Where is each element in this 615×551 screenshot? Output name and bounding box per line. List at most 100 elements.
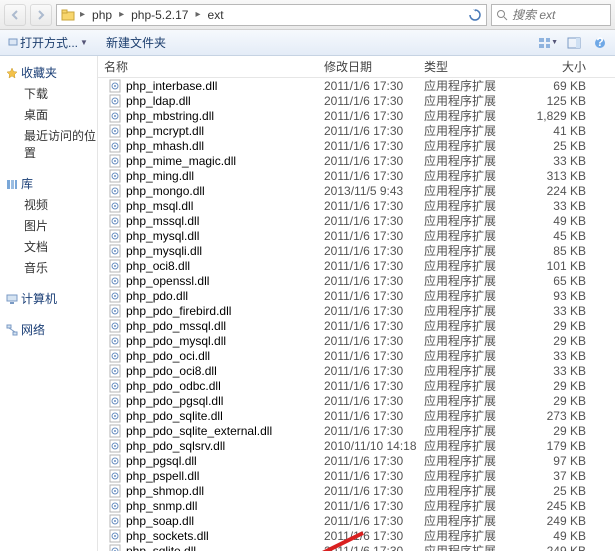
file-row[interactable]: php_pdo_firebird.dll2011/1/6 17:30应用程序扩展… [98,303,615,318]
file-name: php_pdo_odbc.dll [126,379,221,393]
file-row[interactable]: php_mhash.dll2011/1/6 17:30应用程序扩展25 KB [98,138,615,153]
preview-pane-button[interactable] [563,33,585,53]
dll-file-icon [108,334,122,348]
file-date: 2011/1/6 17:30 [318,259,418,273]
search-box[interactable] [491,4,611,26]
new-folder-button[interactable]: 新建文件夹 [106,34,166,51]
column-header-date[interactable]: 修改日期 [318,58,418,75]
dll-file-icon [108,124,122,138]
sidebar-network-header[interactable]: 网络 [6,317,97,340]
column-header-name[interactable]: 名称 [98,58,318,75]
file-row[interactable]: php_msql.dll2011/1/6 17:30应用程序扩展33 KB [98,198,615,213]
sidebar-item-downloads[interactable]: 下载 [6,83,97,104]
file-row[interactable]: php_soap.dll2011/1/6 17:30应用程序扩展249 KB [98,513,615,528]
chevron-right-icon: ▸ [192,9,203,20]
file-row[interactable]: php_pdo.dll2011/1/6 17:30应用程序扩展93 KB [98,288,615,303]
sidebar-item-music[interactable]: 音乐 [6,257,97,278]
sidebar-item-recent[interactable]: 最近访问的位置 [6,125,97,163]
file-size: 65 KB [518,274,598,288]
sidebar: 收藏夹 下载 桌面 最近访问的位置 库 视频 图片 文档 音乐 计算机 [0,56,98,551]
crumb-item[interactable]: php-5.2.17 [129,8,190,22]
search-input[interactable] [512,8,592,22]
file-row[interactable]: php_pdo_pgsql.dll2011/1/6 17:30应用程序扩展29 … [98,393,615,408]
file-row[interactable]: php_pdo_mssql.dll2011/1/6 17:30应用程序扩展29 … [98,318,615,333]
dll-file-icon [108,94,122,108]
file-row[interactable]: php_ming.dll2011/1/6 17:30应用程序扩展313 KB [98,168,615,183]
file-row[interactable]: php_openssl.dll2011/1/6 17:30应用程序扩展65 KB [98,273,615,288]
nav-back-button[interactable] [4,4,26,26]
sidebar-computer-header[interactable]: 计算机 [6,286,97,309]
nav-forward-button[interactable] [30,4,52,26]
file-row[interactable]: php_mysql.dll2011/1/6 17:30应用程序扩展45 KB [98,228,615,243]
file-row[interactable]: php_pdo_mysql.dll2011/1/6 17:30应用程序扩展29 … [98,333,615,348]
open-with-button[interactable]: 打开方式... ▼ [8,34,88,51]
dll-file-icon [108,184,122,198]
file-row[interactable]: php_pspell.dll2011/1/6 17:30应用程序扩展37 KB [98,468,615,483]
file-date: 2011/1/6 17:30 [318,124,418,138]
sidebar-favorites-header[interactable]: 收藏夹 [6,60,97,83]
file-size: 29 KB [518,319,598,333]
sidebar-item-desktop[interactable]: 桌面 [6,104,97,125]
sidebar-item-pictures[interactable]: 图片 [6,215,97,236]
view-options-button[interactable]: ▼ [537,33,559,53]
help-icon: ? [594,37,606,49]
file-size: 41 KB [518,124,598,138]
column-header-type[interactable]: 类型 [418,58,518,75]
file-name: php_oci8.dll [126,259,190,273]
search-icon [496,9,508,21]
file-row[interactable]: php_mcrypt.dll2011/1/6 17:30应用程序扩展41 KB [98,123,615,138]
file-name: php_sqlite.dll [126,544,196,551]
file-date: 2011/1/6 17:30 [318,319,418,333]
dll-file-icon [108,364,122,378]
file-row[interactable]: php_mssql.dll2011/1/6 17:30应用程序扩展49 KB [98,213,615,228]
file-row[interactable]: php_pdo_sqlite.dll2011/1/6 17:30应用程序扩展27… [98,408,615,423]
file-row[interactable]: php_interbase.dll2011/1/6 17:30应用程序扩展69 … [98,78,615,93]
file-row[interactable]: php_mongo.dll2013/11/5 9:43应用程序扩展224 KB [98,183,615,198]
file-row[interactable]: php_pdo_sqlsrv.dll2010/11/10 14:18应用程序扩展… [98,438,615,453]
view-icon [538,37,550,49]
file-row[interactable]: php_mbstring.dll2011/1/6 17:30应用程序扩展1,82… [98,108,615,123]
sidebar-item-videos[interactable]: 视频 [6,194,97,215]
file-name: php_pdo_mssql.dll [126,319,226,333]
dll-file-icon [108,319,122,333]
dll-file-icon [108,499,122,513]
file-size: 33 KB [518,364,598,378]
file-date: 2011/1/6 17:30 [318,274,418,288]
sidebar-libraries-header[interactable]: 库 [6,171,97,194]
crumb-item[interactable]: php [90,8,114,22]
refresh-button[interactable] [464,4,486,26]
file-row[interactable]: php_pdo_oci8.dll2011/1/6 17:30应用程序扩展33 K… [98,363,615,378]
file-name: php_ming.dll [126,169,194,183]
file-row[interactable]: php_sockets.dll2011/1/6 17:30应用程序扩展49 KB [98,528,615,543]
help-button[interactable]: ? [589,33,611,53]
crumb-item[interactable]: ext [206,8,226,22]
sidebar-item-documents[interactable]: 文档 [6,236,97,257]
computer-icon [6,293,18,305]
address-bar: ▸ php ▸ php-5.2.17 ▸ ext [0,0,615,30]
file-row[interactable]: php_ldap.dll2011/1/6 17:30应用程序扩展125 KB [98,93,615,108]
star-icon [6,67,18,79]
file-date: 2010/11/10 14:18 [318,439,418,453]
column-header-size[interactable]: 大小 [518,58,598,75]
dll-file-icon [108,229,122,243]
file-row[interactable]: php_pgsql.dll2011/1/6 17:30应用程序扩展97 KB [98,453,615,468]
file-row[interactable]: php_shmop.dll2011/1/6 17:30应用程序扩展25 KB [98,483,615,498]
file-name: php_ldap.dll [126,94,191,108]
file-row[interactable]: php_snmp.dll2011/1/6 17:30应用程序扩展245 KB [98,498,615,513]
file-date: 2011/1/6 17:30 [318,394,418,408]
file-size: 45 KB [518,229,598,243]
file-row[interactable]: php_sqlite.dll2011/1/6 17:30应用程序扩展249 KB [98,543,615,551]
file-row[interactable]: php_oci8.dll2011/1/6 17:30应用程序扩展101 KB [98,258,615,273]
file-date: 2011/1/6 17:30 [318,364,418,378]
file-date: 2011/1/6 17:30 [318,334,418,348]
file-row[interactable]: php_mysqli.dll2011/1/6 17:30应用程序扩展85 KB [98,243,615,258]
file-row[interactable]: php_pdo_odbc.dll2011/1/6 17:30应用程序扩展29 K… [98,378,615,393]
file-row[interactable]: php_pdo_sqlite_external.dll2011/1/6 17:3… [98,423,615,438]
breadcrumb[interactable]: ▸ php ▸ php-5.2.17 ▸ ext [56,4,487,26]
file-list: 名称 修改日期 类型 大小 php_interbase.dll2011/1/6 … [98,56,615,551]
file-row[interactable]: php_mime_magic.dll2011/1/6 17:30应用程序扩展33… [98,153,615,168]
file-size: 69 KB [518,79,598,93]
file-row[interactable]: php_pdo_oci.dll2011/1/6 17:30应用程序扩展33 KB [98,348,615,363]
file-name: php_openssl.dll [126,274,209,288]
file-size: 1,829 KB [518,109,598,123]
